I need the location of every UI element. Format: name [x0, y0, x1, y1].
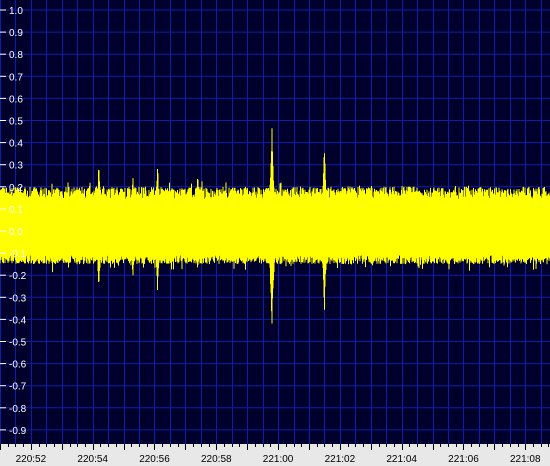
y-tick-label: 0.9 [9, 28, 23, 39]
y-tick-label: 0.5 [9, 117, 23, 128]
y-tick-label: 0.3 [9, 161, 23, 172]
x-tick-label: 221:00 [263, 454, 294, 465]
x-tick-label: 220:58 [201, 454, 232, 465]
y-tick-label: 0.6 [9, 94, 23, 105]
x-tick-label: 220:54 [77, 454, 108, 465]
y-tick-label: -0.5 [9, 338, 27, 349]
y-tick-label: 0.2 [9, 183, 23, 194]
y-tick-label: -0.2 [9, 271, 27, 282]
x-tick-label: 220:56 [139, 454, 170, 465]
y-tick-label: -0.9 [9, 426, 27, 437]
x-tick-label: 221:02 [325, 454, 356, 465]
y-tick-label: 0.8 [9, 50, 23, 61]
y-tick-label: -0.3 [9, 293, 27, 304]
x-tick-label: 221:08 [510, 454, 541, 465]
x-tick-label: 220:52 [16, 454, 47, 465]
y-tick-label: 0.7 [9, 72, 23, 83]
x-tick-label: 221:06 [448, 454, 479, 465]
y-tick-label: 0.4 [9, 139, 23, 150]
y-tick-label: 1.0 [9, 6, 23, 17]
y-tick-label: -0.4 [9, 315, 27, 326]
y-tick-label: -0.7 [9, 382, 27, 393]
y-tick-label: -0.6 [9, 360, 27, 371]
x-tick-label: 221:04 [386, 454, 417, 465]
y-tick-label: 0.0 [9, 227, 23, 238]
y-tick-label: 0.1 [9, 205, 23, 216]
signal-band [0, 199, 550, 255]
y-tick-label: -0.1 [9, 249, 27, 260]
y-tick-label: -0.8 [9, 404, 27, 415]
waveform-chart: 1.0 0.9 0.8 0.7 0.6 0.5 0.4 0.3 0.2 0.1 0.0 -0.1 -0.… [0, 0, 550, 466]
